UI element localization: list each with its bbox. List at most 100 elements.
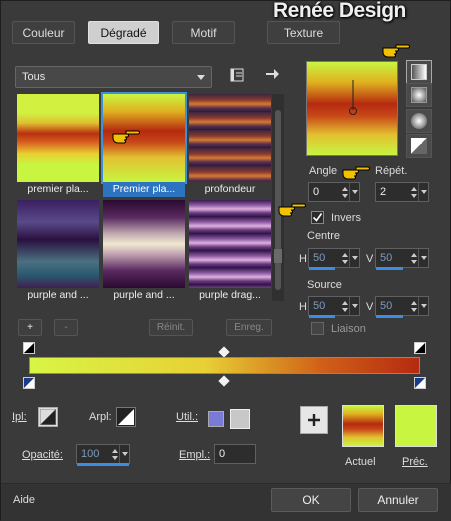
color-stop-end[interactable] [414, 377, 426, 389]
tab-degrade[interactable]: Dégradé [88, 21, 159, 44]
gradient-label: premier pla... [27, 183, 89, 195]
center-h-spinner[interactable] [340, 249, 349, 267]
link-checkbox[interactable] [311, 322, 324, 335]
source-h-label: H [299, 301, 307, 313]
source-h-spinner[interactable] [340, 297, 349, 315]
ok-button[interactable]: OK [271, 488, 351, 512]
gradient-tile[interactable]: purple and ... [103, 200, 185, 303]
angle-input[interactable]: 0 [308, 182, 360, 202]
chevron-down-icon [197, 75, 205, 80]
source-h-value: 50 [313, 300, 326, 312]
radial-style-button[interactable] [406, 109, 432, 133]
user-color-swatch[interactable] [208, 411, 224, 427]
ipl-label: Ipl: [12, 411, 27, 423]
library-icon[interactable] [228, 66, 246, 84]
tab-couleur[interactable]: Couleur [12, 21, 75, 44]
arrow-right-icon[interactable] [263, 65, 281, 83]
source-v-spinner[interactable] [409, 297, 418, 315]
chevron-down-icon[interactable] [418, 297, 428, 315]
gradient-tile[interactable]: profondeur [189, 94, 271, 197]
gradient-label: purple and ... [27, 289, 89, 301]
center-v-spinner[interactable] [409, 249, 418, 267]
previous-gradient-swatch[interactable] [395, 405, 437, 447]
angle-handle-icon[interactable] [347, 80, 359, 116]
repeat-label: Répét. [375, 165, 408, 177]
gradient-swatch [103, 200, 185, 288]
chevron-down-icon[interactable] [349, 249, 359, 267]
center-label: Centre [307, 230, 341, 242]
gradient-swatch [17, 200, 99, 288]
gradient-label: purple drag... [199, 289, 261, 301]
check-icon [312, 213, 323, 222]
repeat-spinner[interactable] [409, 183, 418, 201]
tab-texture[interactable]: Texture [267, 21, 340, 44]
gradient-editor-bar[interactable] [29, 357, 420, 374]
source-label: Source [307, 279, 342, 291]
foreground-button[interactable] [38, 407, 58, 427]
center-v-input[interactable]: 50 [375, 248, 429, 270]
arpl-label: Arpl: [89, 411, 112, 423]
chevron-down-icon[interactable] [418, 249, 428, 267]
current-gradient-swatch[interactable] [342, 405, 384, 447]
center-h-value: 50 [313, 252, 326, 264]
category-dropdown[interactable]: Tous [15, 66, 212, 88]
repeat-value: 2 [380, 186, 387, 198]
opacity-stop-start[interactable] [23, 342, 35, 354]
opacity-spinner[interactable] [110, 445, 119, 463]
source-v-input[interactable]: 50 [375, 296, 429, 318]
watermark-text: Renée Design [273, 0, 406, 22]
chevron-down-icon[interactable] [349, 183, 359, 201]
opacity-stop-end[interactable] [414, 342, 426, 354]
center-v-label: V [366, 253, 374, 265]
help-link[interactable]: Aide [13, 494, 35, 506]
gradient-tile[interactable]: purple drag... [189, 200, 271, 303]
gradient-dialog: Renée Design Couleur Dégradé Motif Textu… [0, 0, 451, 521]
gradient-label: purple and ... [113, 289, 175, 301]
invert-label: Invers [331, 212, 361, 224]
angle-label: Angle [309, 165, 338, 177]
gradient-gallery: premier pla... Premier pla... profondeur… [17, 92, 287, 305]
background-button[interactable] [116, 407, 136, 427]
color-midpoint[interactable] [218, 375, 230, 387]
tab-motif[interactable]: Motif [172, 21, 235, 44]
gradient-swatch [17, 94, 99, 182]
pointing-hand-icon [278, 203, 306, 217]
color-stop-start[interactable] [23, 377, 35, 389]
gradient-tile[interactable]: premier pla... [17, 94, 99, 197]
invert-checkbox[interactable] [311, 211, 324, 224]
center-h-label: H [299, 253, 307, 265]
center-v-value: 50 [380, 252, 393, 264]
reset-button[interactable]: Réinit. [149, 319, 193, 336]
center-h-input[interactable]: 50 [308, 248, 360, 270]
angle-spinner[interactable] [340, 183, 349, 201]
chevron-down-icon[interactable] [119, 445, 129, 463]
linear-style-button[interactable] [406, 60, 432, 84]
pointing-hand-icon [382, 44, 410, 58]
gradient-label: profondeur [204, 183, 256, 195]
source-h-input[interactable]: 50 [308, 296, 360, 318]
rectangular-style-button[interactable] [406, 83, 432, 107]
link-label: Liaison [331, 323, 366, 335]
empl-input[interactable]: 0 [214, 444, 256, 464]
add-gradient-button[interactable]: + [18, 319, 42, 336]
add-swatch-button[interactable] [300, 406, 328, 434]
opacity-midpoint[interactable] [218, 346, 230, 358]
sunburst-style-button[interactable] [406, 134, 432, 158]
opacity-input[interactable]: 100 [76, 444, 130, 466]
chevron-down-icon[interactable] [418, 183, 428, 201]
chevron-down-icon[interactable] [349, 297, 359, 315]
save-gradient-button[interactable]: Enreg. [226, 319, 272, 336]
user-color-swatch-2[interactable] [230, 409, 250, 429]
remove-gradient-button[interactable]: - [54, 319, 78, 336]
scrollbar-grip[interactable] [274, 249, 282, 263]
util-label: Util.: [176, 411, 198, 423]
opacity-value: 100 [81, 448, 100, 460]
gradient-tile[interactable]: purple and ... [17, 200, 99, 303]
cancel-button[interactable]: Annuler [358, 488, 438, 512]
empl-label: Empl.: [179, 449, 211, 461]
source-v-value: 50 [380, 300, 393, 312]
prec-label: Préc. [402, 456, 428, 468]
repeat-input[interactable]: 2 [375, 182, 429, 202]
gradient-swatch [189, 94, 271, 182]
gradient-preview[interactable] [306, 61, 398, 156]
